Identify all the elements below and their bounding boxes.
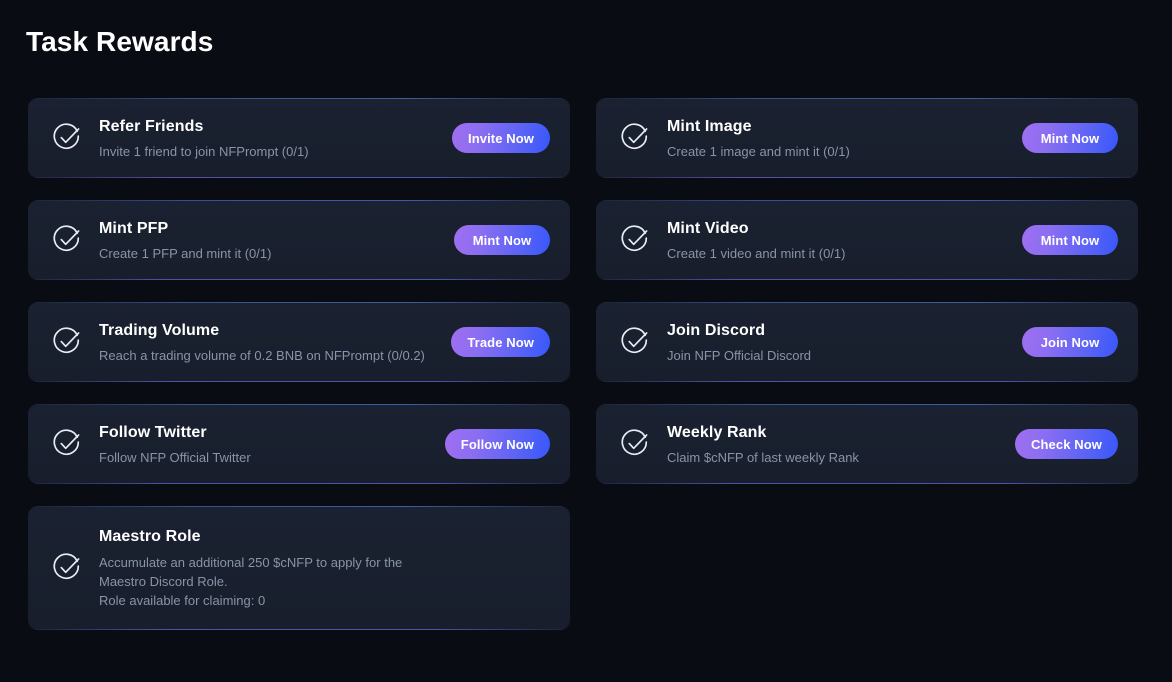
task-action-button[interactable]: Trade Now	[451, 327, 550, 357]
task-text: Trading Volume Reach a trading volume of …	[99, 320, 435, 365]
task-title: Weekly Rank	[667, 423, 767, 441]
check-circle-icon	[620, 123, 650, 153]
task-card: Weekly Rank Claim $cNFP of last weekly Ra…	[596, 404, 1138, 484]
task-title: Refer Friends	[99, 117, 204, 135]
task-card: Join Discord Join NFP Official Discord Joi…	[596, 302, 1138, 382]
task-description: Reach a trading volume of 0.2 BNB on NFP…	[99, 347, 425, 363]
check-circle-icon	[620, 429, 650, 459]
task-title: Mint PFP	[99, 219, 169, 237]
task-action-button[interactable]: Mint Now	[1022, 123, 1118, 153]
task-description: Claim $cNFP of last weekly Rank	[667, 449, 859, 465]
task-action-button[interactable]: Mint Now	[1022, 225, 1118, 255]
task-action-button[interactable]: Follow Now	[444, 429, 550, 459]
task-action-button[interactable]: Invite Now	[451, 123, 550, 153]
check-circle-icon	[52, 429, 82, 459]
task-text: Join Discord Join NFP Official Discord	[667, 320, 1006, 365]
task-card-grid: Refer Friends Invite 1 friend to join NFP…	[28, 98, 1138, 630]
task-card: Mint PFP Create 1 PFP and mint it (0/1) Mi…	[28, 200, 570, 280]
task-text: Mint Image Create 1 image and mint it (0/…	[667, 116, 1006, 161]
page-title: Task Rewards	[26, 26, 214, 57]
task-card: Maestro Role Accumulate an additional 250…	[28, 506, 570, 630]
check-circle-icon	[52, 123, 82, 153]
task-text: Mint PFP Create 1 PFP and mint it (0/1)	[99, 218, 438, 263]
check-circle-icon	[620, 327, 650, 357]
task-description: Create 1 video and mint it (0/1)	[667, 245, 846, 261]
check-circle-icon	[52, 553, 82, 583]
check-circle-icon	[620, 225, 650, 255]
task-title: Maestro Role	[99, 528, 201, 545]
task-description: Create 1 PFP and mint it (0/1)	[99, 245, 272, 261]
task-title: Trading Volume	[99, 321, 220, 339]
task-description: Invite 1 friend to join NFPrompt (0/1)	[99, 143, 309, 159]
task-rewards-page: Task Rewards Refer Friends Invite 1 frien…	[0, 0, 1172, 682]
task-card: Follow Twitter Follow NFP Official Twitte…	[28, 404, 570, 484]
task-card: Mint Image Create 1 image and mint it (0/…	[596, 98, 1138, 178]
task-description: Join NFP Official Discord	[667, 347, 812, 363]
task-title: Follow Twitter	[99, 423, 207, 441]
check-circle-icon	[52, 225, 82, 255]
task-text: Mint Video Create 1 video and mint it (0/…	[667, 218, 1006, 263]
task-title: Join Discord	[667, 321, 766, 339]
task-text: Refer Friends Invite 1 friend to join NFP…	[99, 116, 436, 161]
task-action-button[interactable]: Check Now	[1015, 429, 1118, 459]
task-text: Follow Twitter Follow NFP Official Twitte…	[99, 422, 429, 467]
task-description: Accumulate an additional 250 $cNFP to ap…	[99, 555, 403, 608]
task-card: Refer Friends Invite 1 friend to join NFP…	[28, 98, 570, 178]
task-card: Mint Video Create 1 video and mint it (0/…	[596, 200, 1138, 280]
task-title: Mint Image	[667, 117, 752, 135]
task-card: Trading Volume Reach a trading volume of …	[28, 302, 570, 382]
task-title: Mint Video	[667, 219, 749, 237]
check-circle-icon	[52, 327, 82, 357]
task-action-button[interactable]: Mint Now	[454, 225, 550, 255]
task-description: Follow NFP Official Twitter	[99, 449, 251, 465]
task-description: Create 1 image and mint it (0/1)	[667, 143, 850, 159]
task-text: Weekly Rank Claim $cNFP of last weekly Ra…	[667, 422, 999, 467]
task-action-button[interactable]: Join Now	[1022, 327, 1118, 357]
task-text: Maestro Role Accumulate an additional 250…	[99, 526, 550, 610]
